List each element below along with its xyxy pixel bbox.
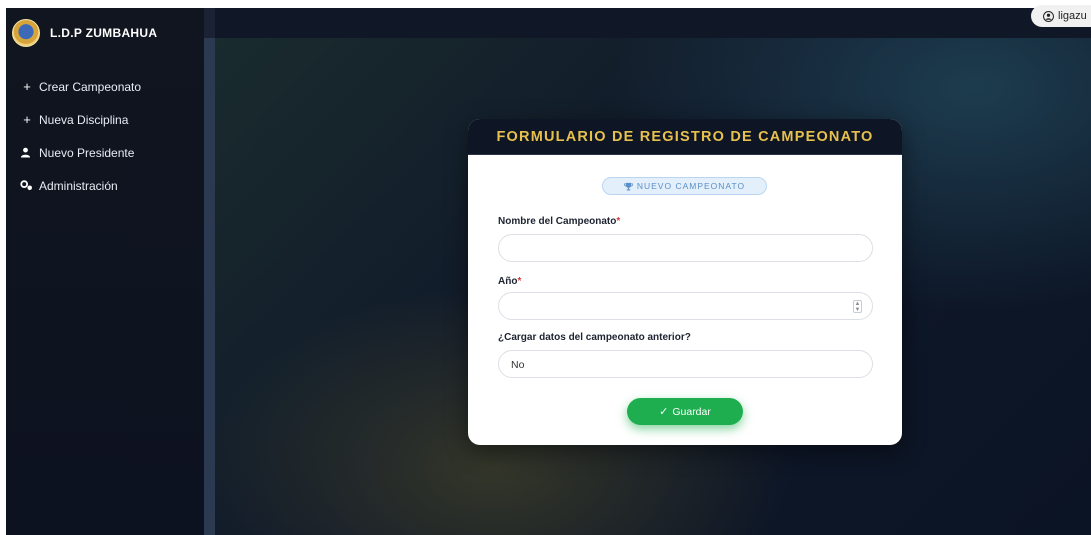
save-button[interactable]: ✓ Guardar [627,398,743,425]
sidebar: L.D.P ZUMBAHUA + Crear Campeonato + Nuev… [6,8,204,535]
user-icon [20,147,34,158]
label-text: Año [498,276,518,287]
year-label: Año* [498,276,521,287]
plus-icon: + [23,79,31,94]
sidebar-item-label: Administración [39,178,118,193]
load-previous-label: ¿Cargar datos del campeonato anterior? [498,332,691,343]
label-text: Nombre del Campeonato [498,216,617,227]
top-bar [215,8,1091,38]
plus-icon: + [23,112,31,127]
brand[interactable]: L.D.P ZUMBAHUA [12,18,157,48]
sidebar-nav: + Crear Campeonato + Nueva Disciplina Nu… [20,70,141,202]
sidebar-item-crear-campeonato[interactable]: + Crear Campeonato [20,70,141,103]
sidebar-item-label: Nueva Disciplina [39,112,129,127]
championship-name-label: Nombre del Campeonato* [498,216,620,227]
sidebar-item-nueva-disciplina[interactable]: + Nueva Disciplina [20,103,141,136]
sidebar-item-label: Nuevo Presidente [39,145,135,160]
load-previous-select[interactable]: No [498,350,873,378]
sidebar-item-administracion[interactable]: Administración [20,169,141,202]
check-icon: ✓ [659,406,669,418]
sidebar-resize-handle[interactable] [204,8,215,535]
save-button-label: Guardar [672,405,711,418]
spinner-down-icon[interactable]: ▼ [855,307,861,313]
year-spinner[interactable]: ▲ ▼ [853,300,862,313]
user-circle-icon [1043,10,1054,22]
register-championship-form: FORMULARIO DE REGISTRO DE CAMPEONATO NUE… [468,119,902,445]
badge-text: NUEVO CAMPEONATO [636,181,746,191]
new-championship-badge: NUEVO CAMPEONATO [602,177,767,195]
brand-name: L.D.P ZUMBAHUA [50,26,158,40]
trophy-icon [623,182,633,190]
sidebar-item-label: Crear Campeonato [39,79,142,94]
user-name: ligazu [1058,10,1087,22]
championship-name-input[interactable] [498,234,873,262]
required-mark: * [517,276,522,287]
year-input[interactable]: ▲ ▼ [498,292,873,320]
user-menu-button[interactable]: ligazu [1031,5,1091,27]
sidebar-item-nuevo-presidente[interactable]: Nuevo Presidente [20,136,141,169]
gears-icon [20,180,34,191]
form-title: FORMULARIO DE REGISTRO DE CAMPEONATO [468,119,902,155]
league-logo-icon [12,19,40,47]
load-previous-value: No [511,359,525,371]
required-mark: * [616,216,621,227]
